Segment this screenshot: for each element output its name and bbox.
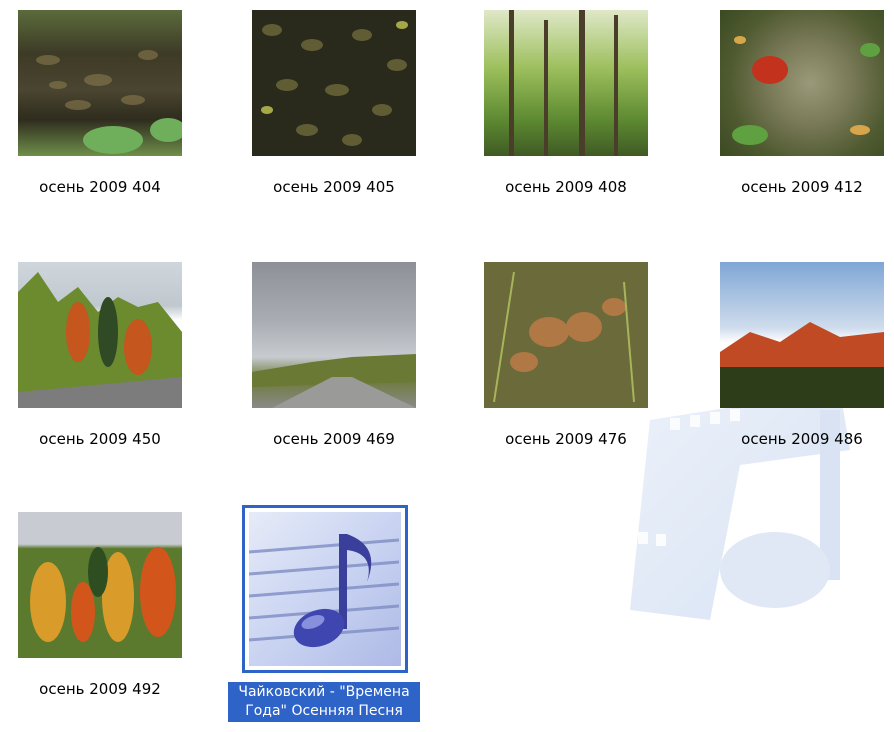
photo-thumbnail[interactable] bbox=[18, 512, 182, 658]
file-item[interactable]: осень 2009 405 bbox=[234, 0, 434, 230]
file-name-label: осень 2009 408 bbox=[505, 178, 627, 196]
file-item[interactable]: осень 2009 408 bbox=[466, 0, 666, 230]
photo-thumbnail[interactable] bbox=[252, 10, 416, 156]
file-grid: осень 2009 404 осень 2009 405 осень 2009… bbox=[0, 0, 894, 728]
file-name-label: осень 2009 476 bbox=[505, 430, 627, 448]
photo-thumbnail[interactable] bbox=[484, 10, 648, 156]
file-item[interactable]: осень 2009 450 bbox=[0, 252, 200, 482]
file-item[interactable]: осень 2009 486 bbox=[702, 252, 894, 482]
file-name-label: осень 2009 404 bbox=[39, 178, 161, 196]
file-item[interactable]: осень 2009 412 bbox=[702, 0, 894, 230]
wet-leaves-icon bbox=[261, 21, 408, 146]
file-name-label: осень 2009 486 bbox=[741, 430, 863, 448]
photo-thumbnail[interactable] bbox=[720, 262, 884, 408]
autumn-road-icon bbox=[18, 272, 182, 408]
file-item[interactable]: осень 2009 476 bbox=[466, 252, 666, 482]
file-item[interactable]: осень 2009 492 bbox=[0, 502, 200, 732]
music-file-thumbnail bbox=[249, 512, 401, 666]
leaf-litter-icon bbox=[36, 50, 182, 154]
file-name-line-1: Чайковский - "Времена bbox=[238, 684, 410, 700]
file-name-line-2: Года" Осенняя Песня bbox=[245, 703, 403, 719]
file-name-label: осень 2009 469 bbox=[273, 430, 395, 448]
red-trees-sky-icon bbox=[720, 322, 884, 408]
forest-trunks-icon bbox=[509, 10, 618, 156]
file-name-label: осень 2009 405 bbox=[273, 178, 395, 196]
file-name-label-selected: Чайковский - "Времена Года" Осенняя Песн… bbox=[228, 682, 420, 722]
selected-music-file[interactable]: Чайковский - "Времена Года" Осенняя Песн… bbox=[200, 502, 440, 732]
brown-mushrooms-icon bbox=[493, 271, 635, 403]
photo-thumbnail[interactable] bbox=[484, 262, 648, 408]
photo-thumbnail[interactable] bbox=[252, 262, 416, 408]
file-item[interactable]: осень 2009 469 bbox=[234, 252, 434, 482]
photo-thumbnail[interactable] bbox=[720, 10, 884, 156]
photo-thumbnail[interactable] bbox=[18, 262, 182, 408]
selection-frame[interactable] bbox=[242, 505, 408, 673]
red-mushroom-icon bbox=[732, 36, 880, 145]
cloudy-road-icon bbox=[252, 354, 416, 408]
colorful-forest-icon bbox=[30, 547, 176, 642]
file-name-label: осень 2009 412 bbox=[741, 178, 863, 196]
file-name-label: осень 2009 492 bbox=[39, 680, 161, 698]
music-note-icon bbox=[249, 534, 400, 648]
file-item[interactable]: осень 2009 404 bbox=[0, 0, 200, 230]
photo-thumbnail[interactable] bbox=[18, 10, 182, 156]
file-name-label: осень 2009 450 bbox=[39, 430, 161, 448]
